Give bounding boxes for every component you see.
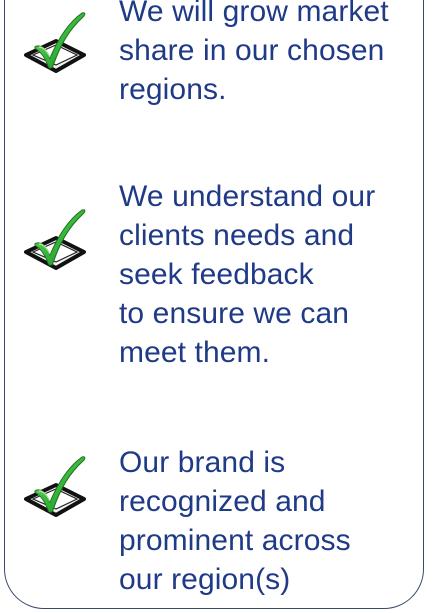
checkbox-check-icon xyxy=(22,208,90,272)
goal-text: We understand our clients needs and seek… xyxy=(119,180,376,369)
checkbox-check-icon xyxy=(22,455,90,519)
checkbox-check-icon xyxy=(22,11,90,75)
goal-text: We will grow market share in our chosen … xyxy=(119,0,389,106)
goal-text: Our brand is recognized and prominent ac… xyxy=(119,446,351,596)
